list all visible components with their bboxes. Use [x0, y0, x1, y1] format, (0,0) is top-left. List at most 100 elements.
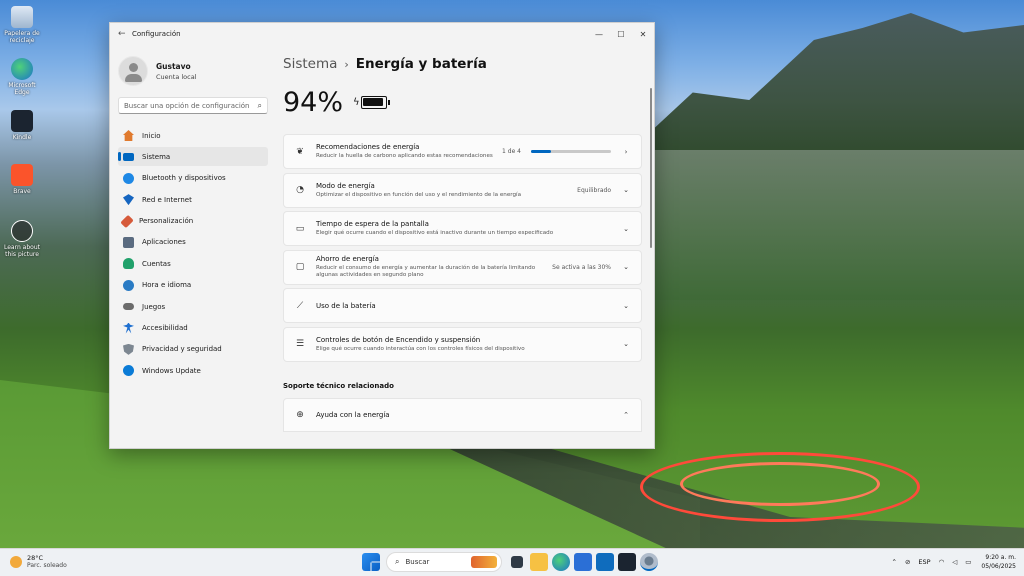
edge-icon	[11, 58, 33, 80]
learn-icon	[11, 220, 33, 242]
progress-fill	[531, 150, 551, 153]
wifi-icon[interactable]: ◠	[939, 558, 945, 566]
recycle-bin-icon	[11, 6, 33, 28]
search-icon[interactable]: ⌕	[258, 101, 262, 111]
sidebar-item-personalizacion[interactable]: Personalización	[118, 212, 268, 231]
sidebar-item-sistema[interactable]: Sistema	[118, 147, 268, 167]
close-button[interactable]: ✕	[632, 30, 654, 39]
leaf-icon: ❦	[296, 146, 304, 157]
card-uso-bateria[interactable]: ⟋ Uso de la batería ⌄	[283, 288, 642, 323]
card-ahorro-energia[interactable]: ▢ Ahorro de energía Reducir el consumo d…	[283, 249, 642, 285]
card-subtitle: Optimizar el dispositivo en función del …	[316, 191, 522, 198]
support-section-title: Soporte técnico relacionado	[283, 381, 394, 390]
desktop-icon-kindle[interactable]: Kindle	[2, 110, 42, 141]
user-profile[interactable]: Gustavo Cuenta local	[118, 53, 268, 89]
clock-time: 9:20 a. m.	[985, 554, 1016, 561]
scrollbar[interactable]	[650, 88, 652, 248]
wifi-icon	[123, 194, 134, 206]
battery-status: 94% ϟ	[283, 83, 642, 121]
taskbar-apps: ⌕ Buscar	[360, 552, 660, 572]
file-explorer-icon[interactable]	[530, 553, 548, 571]
sun-icon	[10, 555, 22, 568]
card-title: Modo de energía	[316, 181, 375, 190]
network-icon[interactable]: ⊘	[905, 558, 910, 566]
user-account-type: Cuenta local	[156, 72, 197, 81]
card-recomendaciones[interactable]: ❦ Recomendaciones de energía Reducir la …	[283, 134, 642, 169]
shield-icon	[123, 343, 134, 355]
battery-fill	[363, 98, 383, 106]
sidebar-item-privacidad[interactable]: Privacidad y seguridad	[118, 340, 268, 359]
task-view-icon[interactable]	[511, 556, 523, 568]
chevron-down-icon[interactable]: ⌄	[621, 340, 631, 348]
card-tiempo-espera[interactable]: ▭ Tiempo de espera de la pantalla Elegir…	[283, 211, 642, 246]
desktop-icon-learn[interactable]: Learn about this picture	[2, 220, 42, 258]
start-button[interactable]	[362, 553, 380, 571]
settings-search: ⌕	[118, 97, 268, 114]
chevron-down-icon[interactable]: ⌄	[621, 225, 631, 233]
desktop-icon-brave[interactable]: Brave	[2, 164, 42, 195]
breadcrumb-parent[interactable]: Sistema	[283, 56, 337, 72]
battery-saver-icon: ▢	[295, 262, 305, 272]
card-value: 1 de 4	[502, 148, 521, 155]
title-bar: ← Configuración — ☐ ✕	[110, 23, 654, 45]
card-title: Ahorro de energía	[316, 255, 379, 263]
kindle-icon[interactable]	[618, 553, 636, 571]
chevron-down-icon[interactable]: ⌄	[621, 263, 631, 271]
avatar	[118, 56, 148, 86]
battery-icon[interactable]: ▭	[965, 558, 971, 566]
desktop-icon-recycle-bin[interactable]: Papelera de reciclaje	[2, 6, 42, 44]
chevron-down-icon[interactable]: ⌄	[621, 186, 631, 194]
taskbar-search[interactable]: ⌕ Buscar	[386, 552, 502, 572]
window-title: Configuración	[132, 30, 181, 38]
sidebar-item-windows-update[interactable]: Windows Update	[118, 361, 268, 380]
card-title: Recomendaciones de energía	[316, 143, 420, 151]
bluetooth-icon	[123, 172, 134, 184]
card-subtitle: Elige qué ocurre cuando interactúa con l…	[316, 345, 525, 352]
weather-widget[interactable]: 28°C Parc. soleado	[10, 554, 67, 569]
sidebar-item-bluetooth[interactable]: Bluetooth y dispositivos	[118, 169, 268, 188]
store-icon[interactable]	[574, 553, 592, 571]
card-modo-energia[interactable]: ◔ Modo de energía Optimizar el dispositi…	[283, 172, 642, 208]
volume-icon[interactable]: ◁	[952, 558, 957, 566]
outlook-icon[interactable]	[596, 553, 614, 571]
sidebar-item-cuentas[interactable]: Cuentas	[118, 254, 268, 273]
weather-temp: 28°C	[27, 554, 44, 562]
breadcrumb-separator: ›	[344, 57, 349, 71]
clock[interactable]: 9:20 a. m. 05/06/2025	[981, 553, 1016, 571]
sidebar-item-inicio[interactable]: Inicio	[118, 126, 268, 145]
main-content: Sistema › Energía y batería 94% ϟ ❦ Reco…	[283, 45, 642, 448]
weather-desc: Parc. soleado	[27, 562, 67, 569]
edge-icon[interactable]	[552, 553, 570, 571]
sidebar-item-accesibilidad[interactable]: Accesibilidad	[118, 319, 268, 338]
sidebar-item-juegos[interactable]: Juegos	[118, 297, 268, 316]
card-title: Tiempo de espera de la pantalla	[316, 220, 429, 228]
settings-gear-icon[interactable]	[640, 553, 658, 571]
brush-icon	[120, 214, 134, 228]
breadcrumb: Sistema › Energía y batería	[283, 45, 642, 83]
sidebar-item-aplicaciones[interactable]: Aplicaciones	[118, 233, 268, 252]
card-ayuda-energia[interactable]: ⊕ Ayuda con la energía ⌃	[283, 397, 642, 432]
minimize-button[interactable]: —	[588, 30, 610, 39]
chevron-up-icon[interactable]: ⌃	[892, 558, 897, 566]
system-tray: ⌃ ⊘ ESP ◠ ◁ ▭ 9:20 a. m. 05/06/2025	[884, 553, 1016, 571]
update-icon	[123, 365, 134, 377]
sidebar-item-hora[interactable]: Hora e idioma	[118, 276, 268, 295]
chevron-down-icon[interactable]: ⌄	[621, 302, 631, 310]
power-mode-select[interactable]: Equilibrado	[577, 187, 611, 194]
wallpaper-mountain	[620, 13, 1024, 160]
card-controles-boton[interactable]: ☰ Controles de botón de Encendido y susp…	[283, 326, 642, 362]
card-subtitle: Reducir la huella de carbono aplicando e…	[316, 153, 493, 159]
accessibility-icon	[123, 322, 134, 334]
globe-icon: ⊕	[296, 409, 304, 420]
card-title: Uso de la batería	[316, 301, 376, 310]
language-indicator[interactable]: ESP	[918, 558, 930, 566]
gamepad-icon	[123, 303, 134, 311]
desktop-icon-edge[interactable]: Microsoft Edge	[2, 58, 42, 96]
back-arrow-icon[interactable]: ←	[118, 29, 132, 39]
chevron-up-icon[interactable]: ⌃	[621, 411, 631, 419]
maximize-button[interactable]: ☐	[610, 30, 632, 39]
sidebar-item-red[interactable]: Red e Internet	[118, 190, 268, 209]
accounts-icon	[123, 258, 134, 270]
search-input[interactable]	[124, 101, 258, 110]
sidebar: Gustavo Cuenta local ⌕ Inicio Sistema Bl…	[110, 45, 276, 448]
